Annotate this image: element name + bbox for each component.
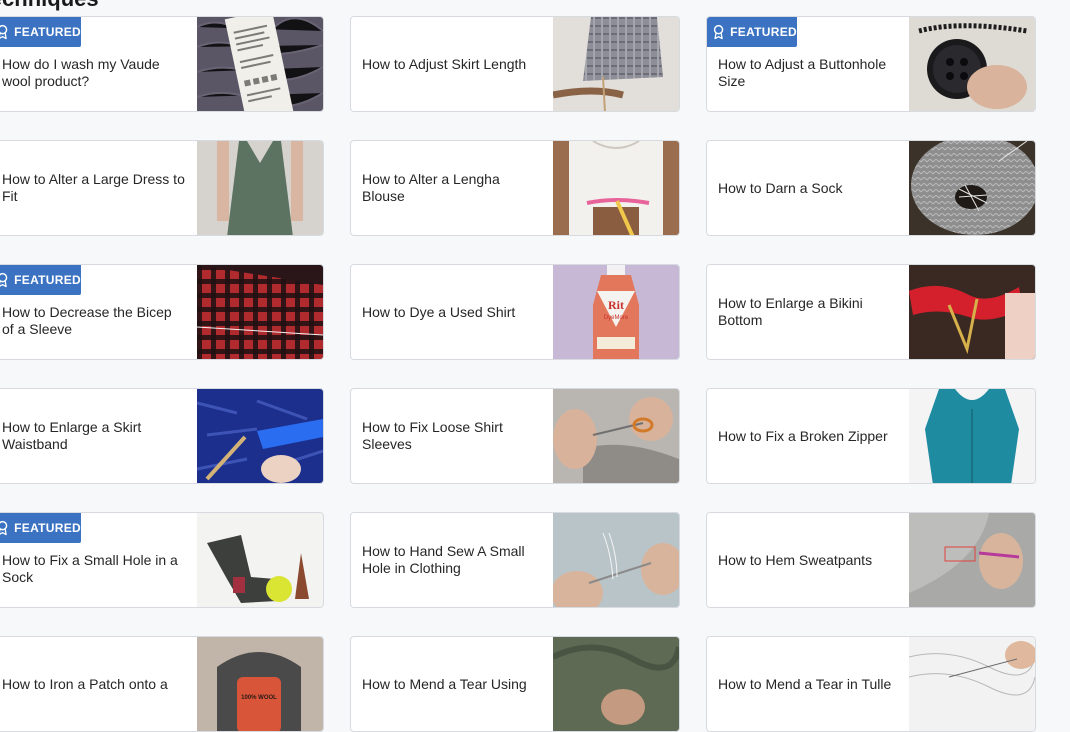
card-text-area: How to Fix Loose Shirt Sleeves [351, 389, 553, 483]
card-title-link[interactable]: How to Enlarge a Skirt Waistband [2, 419, 186, 453]
card-title-link[interactable]: How to Fix a Broken Zipper [718, 428, 888, 445]
techniques-grid: FEATURED How do I wash my Vaude wool prod… [0, 16, 1036, 732]
technique-card[interactable]: How to Mend a Tear in Tulle [706, 636, 1036, 732]
featured-badge: FEATURED [0, 17, 81, 47]
plaid-skirt-image[interactable] [553, 17, 679, 111]
svg-text:Rit: Rit [608, 298, 624, 312]
card-text-area: How to Hand Sew A Small Hole in Clothing [351, 513, 553, 607]
card-text-area: How to Enlarge a Skirt Waistband [0, 389, 197, 483]
section-title: Techniques [0, 0, 99, 12]
technique-card[interactable]: How to Mend a Tear Using [350, 636, 680, 732]
wool-care-label-image[interactable] [197, 17, 323, 111]
teal-dress-image[interactable] [909, 389, 1035, 483]
award-ribbon-icon [0, 272, 8, 288]
card-text-area: How to Mend a Tear Using [351, 637, 553, 731]
technique-card[interactable]: How to Enlarge a Skirt Waistband [0, 388, 324, 484]
seam-ripper-sleeve-image[interactable] [553, 389, 679, 483]
card-title-link[interactable]: How to Fix Loose Shirt Sleeves [362, 419, 542, 453]
card-title-link[interactable]: How to Alter a Lengha Blouse [362, 171, 542, 205]
technique-card[interactable]: How to Iron a Patch onto a 100% WOOL [0, 636, 324, 732]
card-text-area: How to Darn a Sock [707, 141, 909, 235]
card-title-link[interactable]: How to Hand Sew A Small Hole in Clothing [362, 543, 542, 577]
technique-card[interactable]: How to Alter a Lengha Blouse [350, 140, 680, 236]
featured-badge-label: FEATURED [14, 273, 81, 287]
technique-card[interactable]: FEATURED How to Adjust a Buttonhole Size [706, 16, 1036, 112]
technique-card[interactable]: How to Fix Loose Shirt Sleeves [350, 388, 680, 484]
card-title-link[interactable]: How to Darn a Sock [718, 180, 843, 197]
card-text-area: How to Dye a Used Shirt [351, 265, 553, 359]
featured-badge-label: FEATURED [14, 521, 81, 535]
featured-badge-label: FEATURED [730, 25, 797, 39]
needle-and-thread-image[interactable] [553, 513, 679, 607]
green-dress-image[interactable] [197, 141, 323, 235]
card-title-link[interactable]: How to Alter a Large Dress to Fit [2, 171, 186, 205]
technique-card[interactable]: How to Enlarge a Bikini Bottom [706, 264, 1036, 360]
black-button-image[interactable] [909, 17, 1035, 111]
card-title-link[interactable]: How to Mend a Tear in Tulle [718, 676, 891, 693]
card-title-link[interactable]: How to Adjust Skirt Length [362, 56, 526, 73]
technique-card[interactable]: How to Fix a Broken Zipper [706, 388, 1036, 484]
featured-badge: FEATURED [0, 265, 81, 295]
card-title-link[interactable]: How do I wash my Vaude wool product? [2, 56, 186, 90]
award-ribbon-icon [0, 520, 8, 536]
card-text-area: How to Adjust Skirt Length [351, 17, 553, 111]
card-title-link[interactable]: How to Iron a Patch onto a [2, 676, 168, 693]
card-title-link[interactable]: How to Mend a Tear Using [362, 676, 527, 693]
technique-card[interactable]: How to Hem Sweatpants [706, 512, 1036, 608]
plaid-sleeve-image[interactable] [197, 265, 323, 359]
card-text-area: How to Enlarge a Bikini Bottom [707, 265, 909, 359]
svg-text:DyeMore: DyeMore [604, 315, 629, 321]
featured-badge: FEATURED [0, 513, 81, 543]
sock-and-thread-image[interactable] [197, 513, 323, 607]
tulle-mending-image[interactable] [909, 637, 1035, 731]
technique-card[interactable]: FEATURED How to Decrease the Bicep of a S… [0, 264, 324, 360]
technique-card[interactable]: How to Alter a Large Dress to Fit [0, 140, 324, 236]
card-title-link[interactable]: How to Hem Sweatpants [718, 552, 872, 569]
award-ribbon-icon [713, 24, 724, 40]
technique-card[interactable]: FEATURED How to Fix a Small Hole in a Soc… [0, 512, 324, 608]
card-title-link[interactable]: How to Enlarge a Bikini Bottom [718, 295, 898, 329]
card-title-link[interactable]: How to Dye a Used Shirt [362, 304, 515, 321]
red-bikini-image[interactable] [909, 265, 1035, 359]
technique-card[interactable]: How to Hand Sew A Small Hole in Clothing [350, 512, 680, 608]
svg-text:100% WOOL: 100% WOOL [241, 695, 277, 701]
measuring-blouse-image[interactable] [553, 141, 679, 235]
technique-card[interactable]: How to Darn a Sock [706, 140, 1036, 236]
card-title-link[interactable]: How to Fix a Small Hole in a Sock [2, 552, 186, 586]
card-text-area: How to Iron a Patch onto a [0, 637, 197, 731]
award-ribbon-icon [0, 24, 8, 40]
featured-badge-label: FEATURED [14, 25, 81, 39]
technique-card[interactable]: How to Dye a Used Shirt Rit DyeMore [350, 264, 680, 360]
rit-dye-bottle-image[interactable]: Rit DyeMore [553, 265, 679, 359]
card-text-area: How to Alter a Large Dress to Fit [0, 141, 197, 235]
technique-card[interactable]: How to Adjust Skirt Length [350, 16, 680, 112]
card-text-area: How to Fix a Broken Zipper [707, 389, 909, 483]
card-text-area: How to Alter a Lengha Blouse [351, 141, 553, 235]
card-text-area: How to Hem Sweatpants [707, 513, 909, 607]
iron-on-patch-image[interactable]: 100% WOOL [197, 637, 323, 731]
gray-sweatpants-image[interactable] [909, 513, 1035, 607]
olive-fabric-tear-image[interactable] [553, 637, 679, 731]
card-text-area: How to Mend a Tear in Tulle [707, 637, 909, 731]
technique-card[interactable]: FEATURED How do I wash my Vaude wool prod… [0, 16, 324, 112]
featured-badge: FEATURED [707, 17, 797, 47]
blue-fabric-waistband-image[interactable] [197, 389, 323, 483]
gray-sock-darning-image[interactable] [909, 141, 1035, 235]
card-title-link[interactable]: How to Adjust a Buttonhole Size [718, 56, 898, 90]
card-title-link[interactable]: How to Decrease the Bicep of a Sleeve [2, 304, 186, 338]
